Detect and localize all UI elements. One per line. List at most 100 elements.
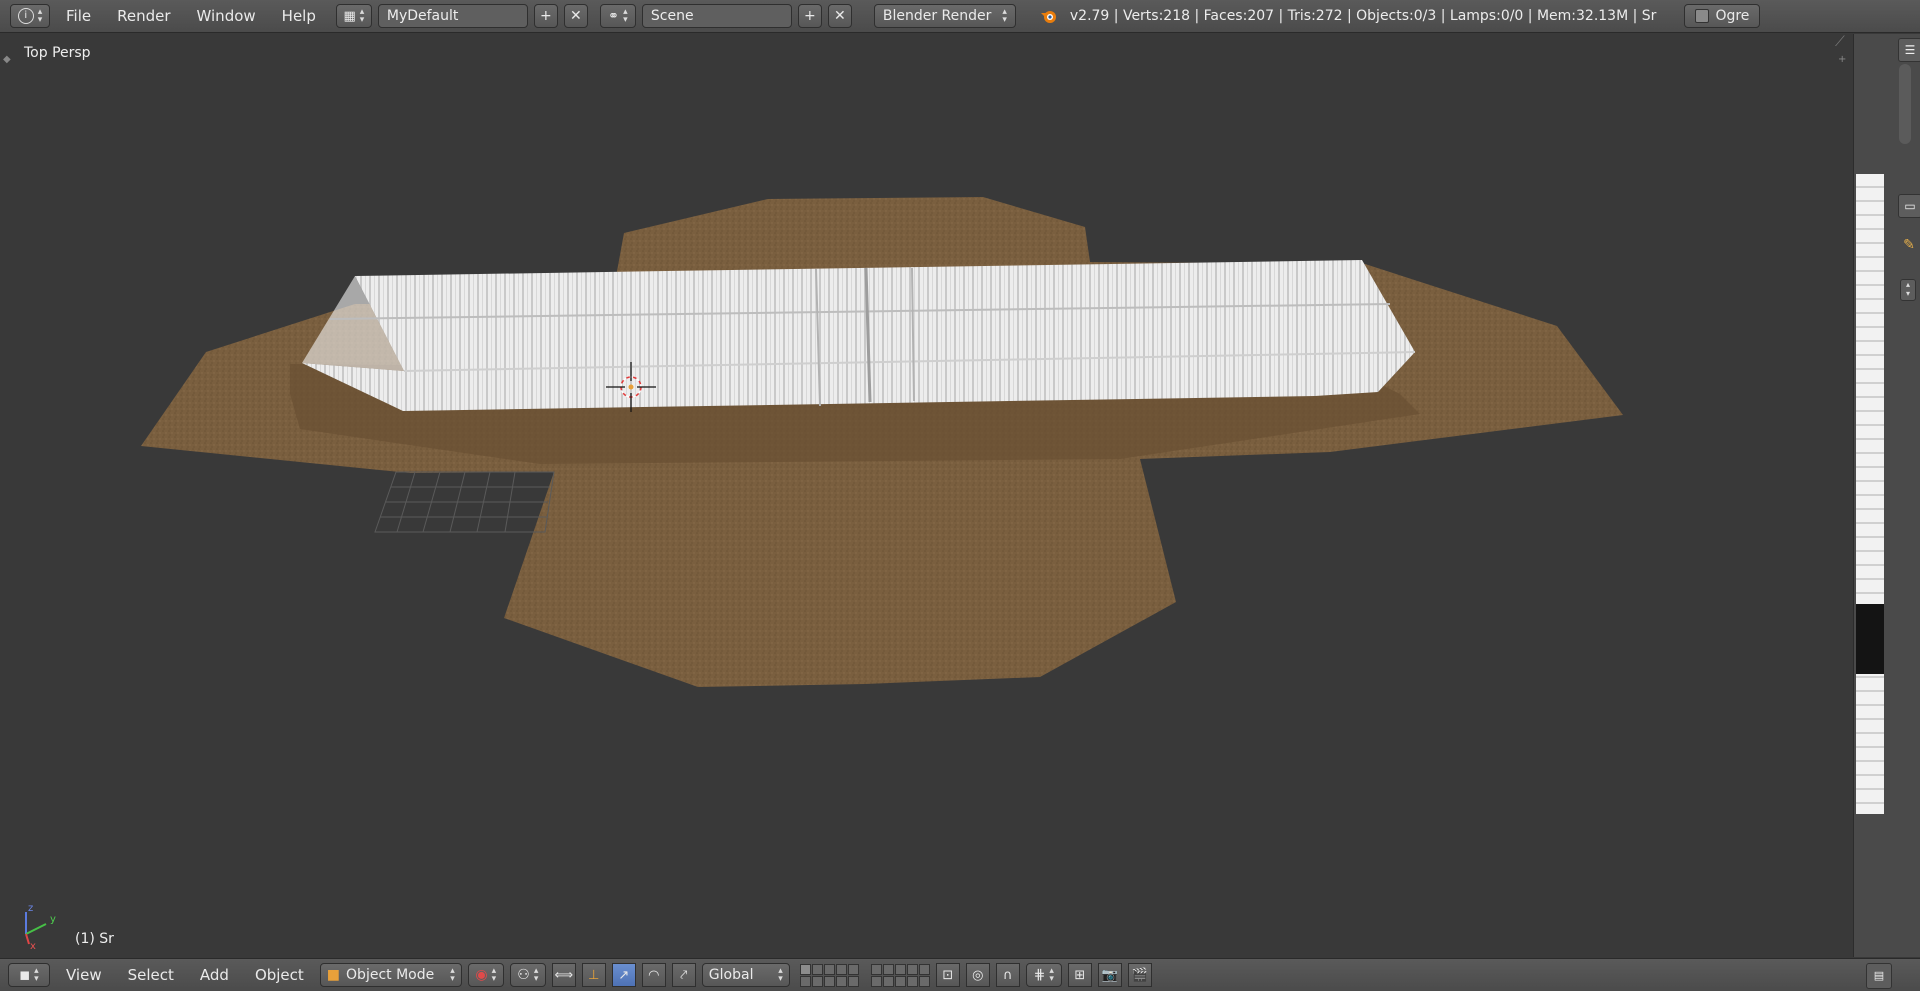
dropdown-arrows-icon: ▴ ▾ <box>1002 7 1007 25</box>
editor-type-info-button[interactable]: i ▴ ▾ <box>10 4 50 28</box>
scene-selector[interactable]: ⚭ ▴ ▾ <box>599 4 636 28</box>
blender-logo-icon <box>1040 7 1058 25</box>
render-opengl-animation-button[interactable]: 🎬 <box>1127 963 1152 987</box>
shading-icon: ◉ <box>475 967 488 983</box>
layer-cell[interactable] <box>835 975 847 987</box>
layer-cell[interactable] <box>906 975 918 987</box>
layer-buttons-group-2[interactable] <box>870 963 930 987</box>
3d-viewport[interactable]: Top Persp ◆ + ⟋ z y x (1) Sr <box>0 34 1853 957</box>
menu-render[interactable]: Render <box>107 7 180 25</box>
layer-cell[interactable] <box>823 963 835 975</box>
render-opengl-image-button[interactable]: 📷 <box>1097 963 1122 987</box>
floor-grid <box>374 471 555 533</box>
orientation-label: Global <box>708 967 754 983</box>
remove-scene-button[interactable]: ✕ <box>827 4 852 28</box>
dropdown-arrows-icon: ▴ ▾ <box>34 966 39 984</box>
proportional-icon: ◎ <box>972 967 984 983</box>
scene-render <box>25 197 1623 945</box>
layer-cell[interactable] <box>882 975 894 987</box>
shipping-containers[interactable] <box>302 260 1416 411</box>
layer-cell[interactable] <box>918 963 930 975</box>
menu-object[interactable]: Object <box>245 966 314 984</box>
panel-scroll-arrows-icon[interactable]: ▴ ▾ <box>1900 279 1916 301</box>
close-icon: ✕ <box>570 8 582 24</box>
scale-icon: ⤤ <box>680 967 688 983</box>
dropdown-arrows-icon: ▴ ▾ <box>491 966 497 984</box>
info-header: i ▴ ▾ File Render Window Help ▦ ▴ ▾ MyDefa… <box>0 0 1920 33</box>
layer-cell[interactable] <box>811 975 823 987</box>
scene-name-field[interactable]: Scene <box>641 4 792 28</box>
lock-icon: ⊡ <box>942 967 954 983</box>
snap-increment-icon: ⋕ <box>1033 967 1046 983</box>
outliner-icon[interactable]: ☰ <box>1898 38 1920 62</box>
texture-preview <box>1856 174 1884 814</box>
dropdown-arrows-icon: ▴ ▾ <box>1049 966 1054 984</box>
transform-orientation-dropdown[interactable]: Global ▴ ▾ <box>701 963 790 987</box>
pivot-point-dropdown[interactable]: ⚇ ▴ ▾ <box>509 963 546 987</box>
editor-type-3dview-button[interactable]: ◼ ▴ ▾ <box>8 963 50 987</box>
layer-cell[interactable] <box>894 963 906 975</box>
layer-cell[interactable] <box>847 975 859 987</box>
axis-label-x: x <box>30 941 36 952</box>
remove-layout-button[interactable]: ✕ <box>563 4 588 28</box>
axis-gizmo-icon <box>25 912 47 945</box>
3d-view-icon: ◼ <box>19 967 31 983</box>
menu-window[interactable]: Window <box>187 7 266 25</box>
properties-icon[interactable]: ▭ <box>1898 194 1920 218</box>
plus-icon: + <box>540 8 552 24</box>
layer-cell[interactable] <box>870 963 882 975</box>
manipulator-toggle-button[interactable]: ⟺ <box>551 963 576 987</box>
layer-cell[interactable] <box>894 975 906 987</box>
add-layout-button[interactable]: + <box>533 4 558 28</box>
screen-layout-selector[interactable]: ▦ ▴ ▾ <box>335 4 372 28</box>
rotate-manipulator-button[interactable]: ◠ <box>641 963 666 987</box>
menu-file[interactable]: File <box>56 7 101 25</box>
render-engine-dropdown[interactable]: Blender Render ▴ ▾ <box>873 4 1016 28</box>
layer-cell[interactable] <box>811 963 823 975</box>
layer-cell[interactable] <box>835 963 847 975</box>
snap-toggle-button[interactable]: ∩ <box>995 963 1020 987</box>
snap-element-dropdown[interactable]: ⋕ ▴ ▾ <box>1025 963 1062 987</box>
texture-preview-dark-band <box>1856 604 1884 674</box>
layer-buttons-group-1[interactable] <box>799 963 859 987</box>
lock-layers-button[interactable]: ⊡ <box>935 963 960 987</box>
dropdown-arrows-icon: ▴ ▾ <box>359 7 365 25</box>
add-scene-button[interactable]: + <box>797 4 822 28</box>
info-icon: i <box>17 8 34 24</box>
right-editor-strip[interactable]: ☰ ▭ ✎ ▴ ▾ <box>1853 34 1920 957</box>
dropdown-arrows-icon: ▴ ▾ <box>533 966 539 984</box>
proportional-editing-button[interactable]: ◎ <box>965 963 990 987</box>
plus-icon: + <box>804 8 816 24</box>
layer-cell[interactable] <box>906 963 918 975</box>
layer-cell[interactable] <box>799 975 811 987</box>
menu-view[interactable]: View <box>56 966 112 984</box>
vertical-scrollbar[interactable] <box>1899 64 1911 144</box>
mode-dropdown[interactable]: ■ Object Mode ▴ ▾ <box>319 963 462 987</box>
bottom-right-editor-icon[interactable]: ▤ <box>1866 963 1892 989</box>
menu-help[interactable]: Help <box>272 7 326 25</box>
camera-icon: 📷 <box>1101 967 1118 983</box>
move-manipulator-button[interactable]: ↗ <box>611 963 636 987</box>
dropdown-arrows-icon: ▴ ▾ <box>778 966 783 984</box>
pivot-icon: ⚇ <box>517 967 530 983</box>
layer-cell[interactable] <box>870 975 882 987</box>
viewport-shading-dropdown[interactable]: ◉ ▴ ▾ <box>467 963 504 987</box>
close-icon: ✕ <box>834 8 846 24</box>
layer-cell[interactable] <box>823 975 835 987</box>
scale-manipulator-button[interactable]: ⤤ <box>671 963 696 987</box>
layout-icon: ▦ <box>343 8 356 24</box>
dropdown-arrows-icon: ▴ ▾ <box>623 7 628 25</box>
ogre-label: Ogre <box>1715 8 1750 24</box>
layer-cell[interactable] <box>882 963 894 975</box>
menu-add[interactable]: Add <box>190 966 239 984</box>
layer-cell[interactable] <box>918 975 930 987</box>
layer-cell[interactable] <box>847 963 859 975</box>
translate-manipulator-button[interactable]: ⊥ <box>581 963 606 987</box>
menu-select[interactable]: Select <box>118 966 184 984</box>
ogre-toggle[interactable]: Ogre <box>1684 4 1761 28</box>
layout-name-field[interactable]: MyDefault <box>377 4 528 28</box>
snap-target-button[interactable]: ⊞ <box>1067 963 1092 987</box>
layer-1-active-icon[interactable] <box>799 963 811 975</box>
axes-icon: ⊥ <box>588 967 600 983</box>
wrench-icon[interactable]: ✎ <box>1898 234 1920 256</box>
